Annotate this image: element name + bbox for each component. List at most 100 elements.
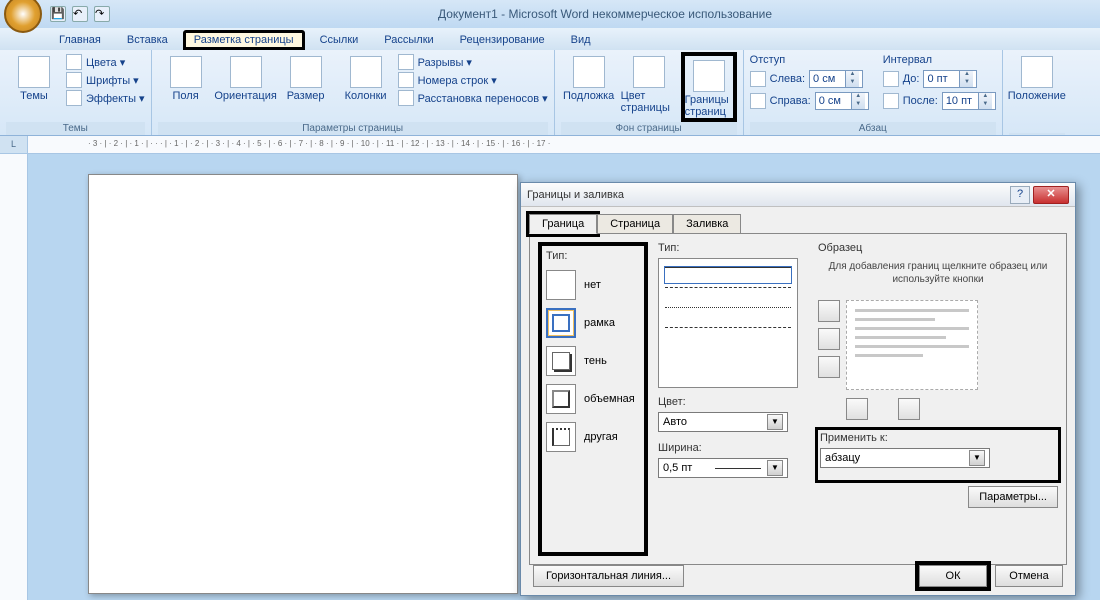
group-arrange: Положение bbox=[1003, 50, 1071, 135]
tab-page-layout[interactable]: Разметка страницы bbox=[183, 30, 305, 50]
tab-mailings[interactable]: Рассылки bbox=[373, 30, 444, 50]
space-after-icon bbox=[883, 93, 899, 109]
ruler-horizontal[interactable]: · 3 · | · 2 · | · 1 · | · · · | · 1 · | … bbox=[28, 136, 1100, 153]
page-color-button[interactable]: Цвет страницы bbox=[621, 52, 677, 114]
orientation-button[interactable]: Ориентация bbox=[218, 52, 274, 102]
theme-colors-button[interactable]: Цвета ▾ bbox=[66, 54, 145, 70]
preview-column: Образец Для добавления границ щелкните о… bbox=[818, 242, 1058, 556]
border-middle-button[interactable] bbox=[818, 328, 840, 350]
margins-icon bbox=[170, 56, 202, 88]
setting-box[interactable]: рамка bbox=[546, 308, 640, 338]
page-borders-button[interactable]: Границы страниц bbox=[681, 52, 737, 122]
group-label-pagebg: Фон страницы bbox=[561, 122, 737, 135]
borders-icon bbox=[693, 60, 725, 92]
dialog-tab-page[interactable]: Страница bbox=[597, 214, 673, 234]
apply-to-row: Применить к: абзацу▼ bbox=[818, 430, 1058, 480]
breaks-button[interactable]: Разрывы ▾ bbox=[398, 54, 548, 70]
indent-right-label: Справа: bbox=[770, 95, 811, 107]
ruler-horizontal-area: L · 3 · | · 2 · | · 1 · | · · · | · 1 · … bbox=[0, 136, 1100, 154]
style-label: Тип: bbox=[658, 242, 808, 254]
dialog-titlebar: Границы и заливка ? ✕ bbox=[521, 183, 1075, 207]
style-list[interactable] bbox=[658, 258, 798, 388]
dialog-close-button[interactable]: ✕ bbox=[1033, 186, 1069, 204]
preview-label: Образец bbox=[818, 242, 1058, 254]
ruler-vertical[interactable] bbox=[0, 154, 28, 600]
style-dashed-2[interactable] bbox=[665, 327, 791, 343]
themes-button[interactable]: Темы bbox=[6, 52, 62, 102]
save-icon[interactable]: 💾 bbox=[50, 6, 66, 22]
setting-custom[interactable]: другая bbox=[546, 422, 640, 452]
setting-shadow[interactable]: тень bbox=[546, 346, 640, 376]
watermark-button[interactable]: Подложка bbox=[561, 52, 617, 102]
ribbon: Темы Цвета ▾ Шрифты ▾ Эффекты ▾ Темы Пол… bbox=[0, 50, 1100, 136]
indent-right-input[interactable]: 0 см▲▼ bbox=[815, 92, 869, 110]
dialog-tab-border[interactable]: Граница bbox=[529, 214, 597, 234]
cancel-button[interactable]: Отмена bbox=[995, 565, 1063, 587]
border-preview[interactable] bbox=[846, 300, 978, 390]
indent-left-input[interactable]: 0 см▲▼ bbox=[809, 70, 863, 88]
style-dashdot[interactable] bbox=[665, 347, 791, 348]
window-title: Документ1 - Microsoft Word некоммерческо… bbox=[110, 7, 1100, 21]
breaks-icon bbox=[398, 54, 414, 70]
tab-review[interactable]: Рецензирование bbox=[449, 30, 556, 50]
line-numbers-button[interactable]: Номера строк ▾ bbox=[398, 72, 548, 88]
tab-references[interactable]: Ссылки bbox=[309, 30, 370, 50]
group-label-pagesetup: Параметры страницы bbox=[158, 122, 548, 135]
space-after-input[interactable]: 10 пт▲▼ bbox=[942, 92, 996, 110]
border-top-button[interactable] bbox=[818, 300, 840, 322]
group-label-arrange bbox=[1009, 133, 1065, 135]
border-left-button[interactable] bbox=[846, 398, 868, 420]
spacing-title: Интервал bbox=[883, 54, 996, 66]
space-before-input[interactable]: 0 пт▲▼ bbox=[923, 70, 977, 88]
tab-insert[interactable]: Вставка bbox=[116, 30, 179, 50]
quick-access-toolbar: 💾 ↶ ↷ bbox=[50, 6, 110, 22]
position-button[interactable]: Положение bbox=[1009, 52, 1065, 102]
theme-fonts-button[interactable]: Шрифты ▾ bbox=[66, 72, 145, 88]
dialog-help-button[interactable]: ? bbox=[1010, 186, 1030, 204]
width-combo[interactable]: 0,5 пт▼ bbox=[658, 458, 788, 478]
group-page-setup: Поля Ориентация Размер Колонки Разрывы ▾… bbox=[152, 50, 555, 135]
setting-none[interactable]: нет bbox=[546, 270, 640, 300]
preview-hint: Для добавления границ щелкните образец и… bbox=[818, 260, 1058, 286]
theme-effects-button[interactable]: Эффекты ▾ bbox=[66, 90, 145, 106]
options-button[interactable]: Параметры... bbox=[968, 486, 1058, 508]
setting-3d[interactable]: объемная bbox=[546, 384, 640, 414]
document-page[interactable] bbox=[88, 174, 518, 594]
borders-dialog: Границы и заливка ? ✕ Граница Страница З… bbox=[520, 182, 1076, 596]
border-right-button[interactable] bbox=[898, 398, 920, 420]
style-dashed[interactable] bbox=[665, 287, 791, 303]
dialog-title: Границы и заливка bbox=[527, 189, 1010, 201]
horizontal-line-button[interactable]: Горизонтальная линия... bbox=[533, 565, 684, 587]
undo-icon[interactable]: ↶ bbox=[72, 6, 88, 22]
chevron-down-icon: ▼ bbox=[969, 450, 985, 466]
hyphenation-button[interactable]: Расстановка переносов ▾ bbox=[398, 90, 548, 106]
indent-left-label: Слева: bbox=[770, 73, 805, 85]
color-combo[interactable]: Авто▼ bbox=[658, 412, 788, 432]
margins-button[interactable]: Поля bbox=[158, 52, 214, 102]
indent-title: Отступ bbox=[750, 54, 869, 66]
style-solid[interactable] bbox=[665, 267, 791, 283]
fonts-icon bbox=[66, 72, 82, 88]
apply-to-combo[interactable]: абзацу▼ bbox=[820, 448, 990, 468]
linenum-icon bbox=[398, 72, 414, 88]
indent-left-icon bbox=[750, 71, 766, 87]
ok-button[interactable]: ОК bbox=[919, 565, 987, 587]
indent-right-icon bbox=[750, 93, 766, 109]
tab-home[interactable]: Главная bbox=[48, 30, 112, 50]
space-before-icon bbox=[883, 71, 899, 87]
title-bar: 💾 ↶ ↷ Документ1 - Microsoft Word некомме… bbox=[0, 0, 1100, 28]
style-dotted[interactable] bbox=[665, 307, 791, 323]
size-button[interactable]: Размер bbox=[278, 52, 334, 102]
group-label-paragraph: Абзац bbox=[750, 122, 996, 135]
style-dashdot-2[interactable] bbox=[665, 352, 791, 353]
redo-icon[interactable]: ↷ bbox=[94, 6, 110, 22]
columns-button[interactable]: Колонки bbox=[338, 52, 394, 102]
border-style-column: Тип: Цвет: Авто▼ Ширина: 0,5 пт▼ bbox=[658, 242, 808, 556]
group-label-themes: Темы bbox=[6, 122, 145, 135]
size-icon bbox=[290, 56, 322, 88]
dialog-footer: Горизонтальная линия... ОК Отмена bbox=[533, 565, 1063, 587]
tab-view[interactable]: Вид bbox=[560, 30, 602, 50]
border-bottom-button[interactable] bbox=[818, 356, 840, 378]
dialog-tab-shading[interactable]: Заливка bbox=[673, 214, 741, 234]
setting-label: Тип: bbox=[546, 250, 640, 262]
